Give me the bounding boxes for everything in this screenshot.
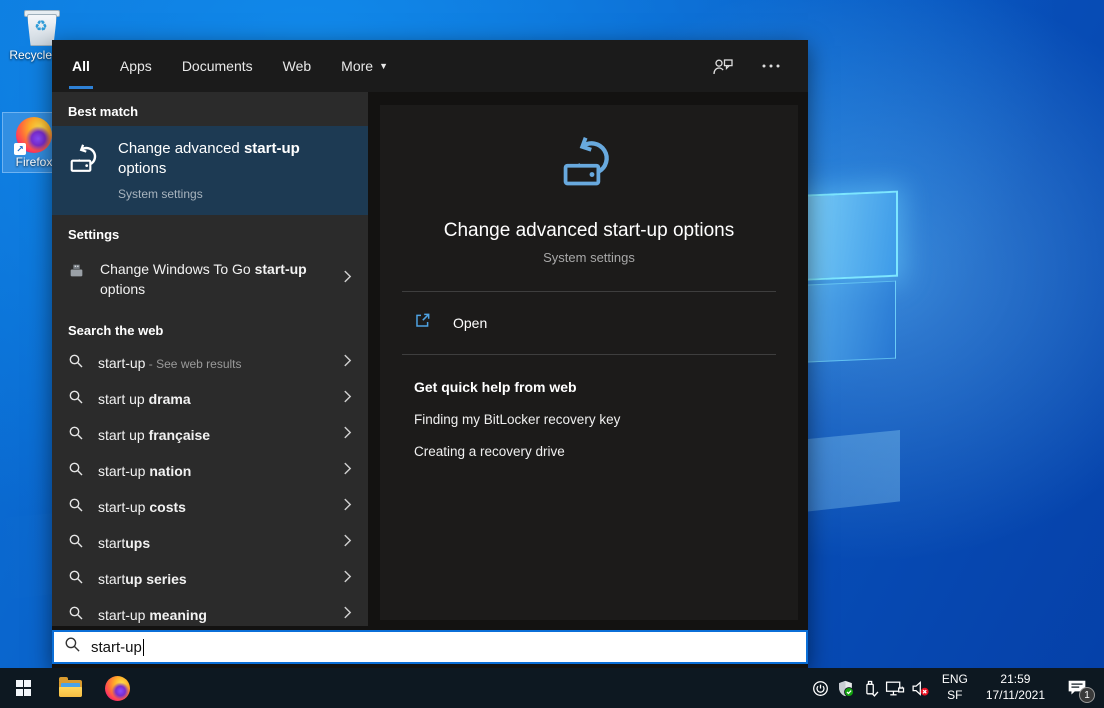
- quick-help-link[interactable]: Finding my BitLocker recovery key: [414, 412, 764, 427]
- chevron-right-icon: [343, 533, 352, 553]
- windows-logo-icon: [16, 680, 32, 696]
- tray-security-icon[interactable]: [833, 668, 858, 708]
- search-icon: [68, 497, 84, 518]
- search-flyout: All Apps Documents Web More ▼: [52, 40, 808, 668]
- action-center-button[interactable]: 1: [1062, 668, 1092, 708]
- tab-all[interactable]: All: [70, 40, 92, 92]
- web-result[interactable]: start-up costs: [52, 489, 368, 525]
- clock-date: 17/11/2021: [986, 688, 1045, 704]
- best-match-title: Change advanced start-up options: [118, 140, 300, 177]
- settings-result-label: Change Windows To Go start-up options: [100, 259, 332, 300]
- text-caret: [143, 639, 144, 656]
- search-tabs-bar: All Apps Documents Web More ▼: [52, 40, 808, 92]
- language-code: ENG: [942, 672, 968, 688]
- tray-usb-icon[interactable]: [858, 668, 883, 708]
- advanced-startup-icon: [68, 141, 104, 201]
- web-result[interactable]: startup series: [52, 561, 368, 597]
- file-explorer-button[interactable]: [47, 668, 94, 708]
- search-icon: [68, 425, 84, 446]
- firefox-icon: [105, 676, 130, 701]
- search-results-list: Best match Change advanced start-up opti…: [52, 92, 368, 626]
- chevron-right-icon: [343, 269, 352, 289]
- preview-panel: Change advanced start-up options System …: [380, 105, 798, 620]
- web-result[interactable]: start-up - See web results: [52, 345, 368, 381]
- quick-help-title: Get quick help from web: [414, 379, 764, 395]
- chevron-right-icon: [343, 605, 352, 625]
- firefox-icon: ↗: [16, 117, 52, 153]
- notification-badge: 1: [1079, 687, 1095, 703]
- chevron-right-icon: [343, 353, 352, 373]
- language-indicator[interactable]: ENG SF: [942, 672, 968, 703]
- web-result[interactable]: start-up nation: [52, 453, 368, 489]
- best-match-result[interactable]: Change advanced start-up options System …: [52, 126, 368, 215]
- file-explorer-icon: [59, 680, 82, 697]
- search-input[interactable]: start-up: [52, 630, 808, 664]
- open-label: Open: [453, 315, 487, 331]
- quick-help-link[interactable]: Creating a recovery drive: [414, 444, 764, 459]
- tray-power-icon[interactable]: [808, 668, 833, 708]
- section-header-search-web: Search the web: [52, 311, 368, 345]
- firefox-taskbar-button[interactable]: [94, 668, 141, 708]
- open-action[interactable]: Open: [380, 292, 798, 354]
- search-icon: [64, 636, 81, 658]
- ellipsis-icon[interactable]: [762, 64, 780, 68]
- start-button[interactable]: [0, 668, 47, 708]
- settings-result[interactable]: Change Windows To Go start-up options: [52, 249, 368, 312]
- tab-documents[interactable]: Documents: [180, 40, 255, 92]
- clock-time: 21:59: [986, 672, 1045, 688]
- search-icon: [68, 461, 84, 482]
- search-input-value: start-up: [91, 639, 142, 656]
- shortcut-arrow-icon: ↗: [14, 143, 26, 155]
- open-icon: [414, 312, 431, 334]
- preview-subtitle: System settings: [380, 250, 798, 265]
- search-icon: [68, 533, 84, 554]
- feedback-icon[interactable]: [712, 57, 734, 76]
- clock[interactable]: 21:59 17/11/2021: [986, 672, 1045, 703]
- chevron-right-icon: [343, 389, 352, 409]
- keyboard-layout: SF: [942, 688, 968, 704]
- tab-web[interactable]: Web: [281, 40, 314, 92]
- tray-network-icon[interactable]: [883, 668, 908, 708]
- web-result[interactable]: start up drama: [52, 381, 368, 417]
- chevron-right-icon: [343, 497, 352, 517]
- tab-apps[interactable]: Apps: [118, 40, 154, 92]
- search-icon: [68, 605, 84, 626]
- tab-more[interactable]: More ▼: [339, 40, 390, 92]
- web-result[interactable]: start-up meaning: [52, 597, 368, 626]
- search-icon: [68, 353, 84, 374]
- section-header-settings: Settings: [52, 215, 368, 249]
- preview-title: Change advanced start-up options: [380, 220, 798, 242]
- chevron-right-icon: [343, 569, 352, 589]
- web-result[interactable]: startups: [52, 525, 368, 561]
- taskbar: ENG SF 21:59 17/11/2021 1: [0, 668, 1104, 708]
- best-match-subtitle: System settings: [118, 187, 352, 201]
- web-result[interactable]: start up française: [52, 417, 368, 453]
- chevron-down-icon: ▼: [379, 61, 388, 71]
- tray-volume-muted-icon[interactable]: [908, 668, 933, 708]
- chevron-right-icon: [343, 461, 352, 481]
- advanced-startup-icon-large: [559, 178, 619, 195]
- windows-to-go-icon: [68, 262, 86, 284]
- section-header-best-match: Best match: [52, 92, 368, 126]
- chevron-right-icon: [343, 425, 352, 445]
- search-icon: [68, 569, 84, 590]
- search-icon: [68, 389, 84, 410]
